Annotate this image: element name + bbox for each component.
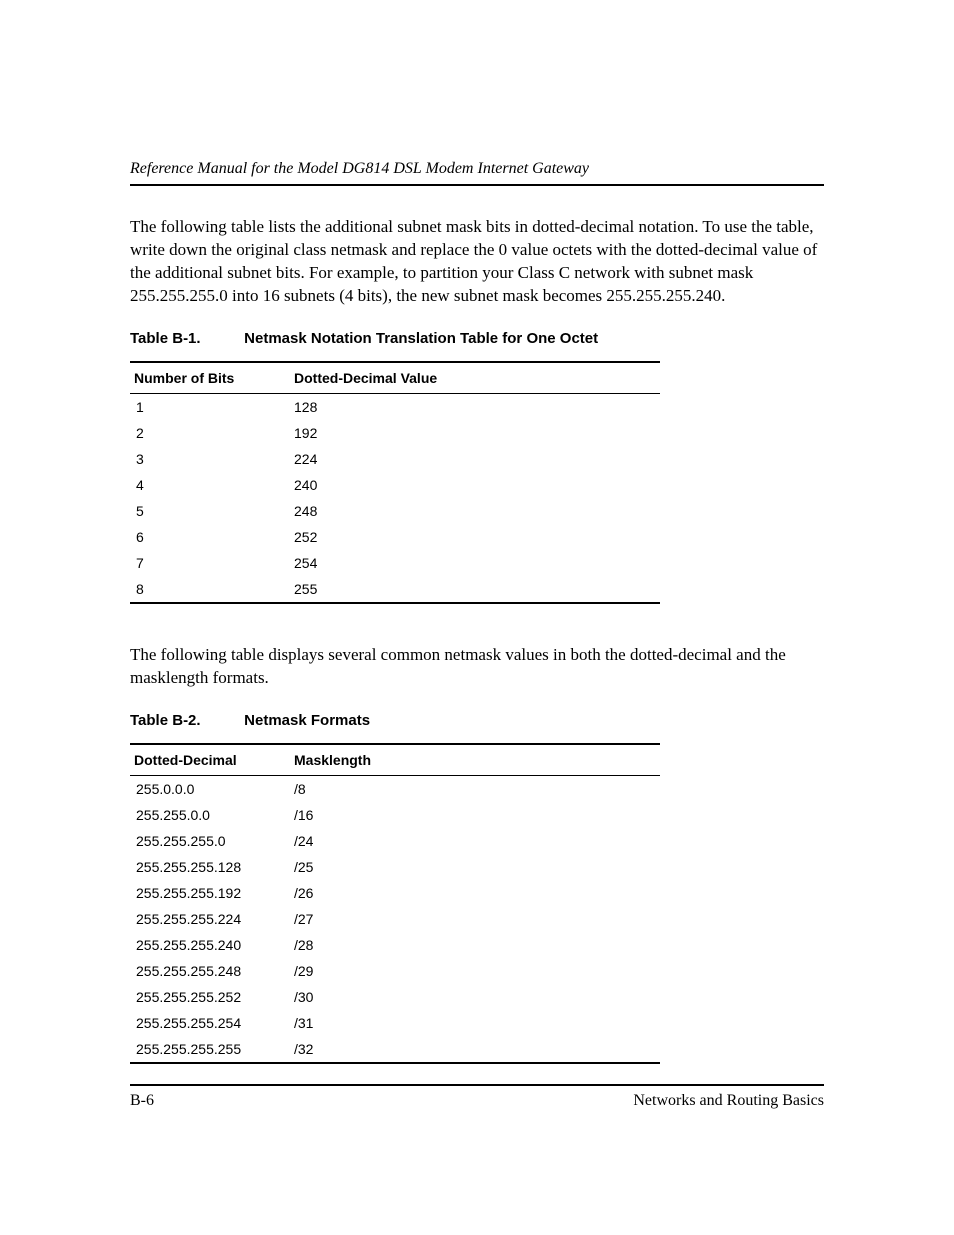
table-cell: 3 — [130, 446, 290, 472]
table-cell: 255.255.255.255 — [130, 1036, 290, 1063]
table-row: 255.255.255.254/31 — [130, 1010, 660, 1036]
table-cell: /31 — [290, 1010, 660, 1036]
table-cell: 240 — [290, 472, 660, 498]
table-cell: 255.255.255.252 — [130, 984, 290, 1010]
table-cell: /27 — [290, 906, 660, 932]
table-cell: /28 — [290, 932, 660, 958]
table-cell: 192 — [290, 420, 660, 446]
table-b1-caption-title: Netmask Notation Translation Table for O… — [244, 330, 598, 347]
table-cell: /8 — [290, 775, 660, 802]
table-cell: 2 — [130, 420, 290, 446]
table-row: 3224 — [130, 446, 660, 472]
table-cell: 255.255.255.254 — [130, 1010, 290, 1036]
table-row: 255.255.255.192/26 — [130, 880, 660, 906]
table-cell: /16 — [290, 802, 660, 828]
table-cell: 4 — [130, 472, 290, 498]
table-cell: 6 — [130, 524, 290, 550]
table-row: 8255 — [130, 576, 660, 603]
table-b2-caption-title: Netmask Formats — [244, 712, 370, 729]
table-row: 4240 — [130, 472, 660, 498]
table-row: 255.255.255.252/30 — [130, 984, 660, 1010]
table-cell: 255.255.255.224 — [130, 906, 290, 932]
table-row: 255.255.255.240/28 — [130, 932, 660, 958]
table-cell: /29 — [290, 958, 660, 984]
table-row: 255.0.0.0/8 — [130, 775, 660, 802]
table-header-cell: Dotted-Decimal — [130, 744, 290, 776]
table-cell: /25 — [290, 854, 660, 880]
table-cell: 254 — [290, 550, 660, 576]
page-number: B-6 — [130, 1092, 154, 1110]
table-cell: 255.255.255.240 — [130, 932, 290, 958]
table-row: 255.255.255.128/25 — [130, 854, 660, 880]
table-b2-caption: Table B-2. Netmask Formats — [130, 712, 824, 729]
table-row: 255.255.255.0/24 — [130, 828, 660, 854]
table-cell: /26 — [290, 880, 660, 906]
table-row: 5248 — [130, 498, 660, 524]
table-cell: 8 — [130, 576, 290, 603]
table-header-cell: Dotted-Decimal Value — [290, 362, 660, 394]
table-cell: 5 — [130, 498, 290, 524]
table-row: Number of Bits Dotted-Decimal Value — [130, 362, 660, 394]
table-row: 255.255.255.248/29 — [130, 958, 660, 984]
table-cell: 7 — [130, 550, 290, 576]
table-row: 1128 — [130, 393, 660, 420]
table-row: 255.255.255.255/32 — [130, 1036, 660, 1063]
table-cell: 248 — [290, 498, 660, 524]
table-b1: Number of Bits Dotted-Decimal Value 1128… — [130, 361, 660, 604]
table-b1-caption-label: Table B-1. — [130, 330, 240, 347]
page-footer: B-6 Networks and Routing Basics — [130, 1084, 824, 1110]
table-cell: 128 — [290, 393, 660, 420]
doc-header-title: Reference Manual for the Model DG814 DSL… — [130, 160, 824, 186]
table-cell: 255.0.0.0 — [130, 775, 290, 802]
intro-paragraph-1: The following table lists the additional… — [130, 216, 824, 308]
intro-paragraph-2: The following table displays several com… — [130, 644, 824, 690]
table-cell: /24 — [290, 828, 660, 854]
table-row: 6252 — [130, 524, 660, 550]
table-cell: 255.255.255.192 — [130, 880, 290, 906]
table-row: Dotted-Decimal Masklength — [130, 744, 660, 776]
table-cell: 255.255.255.128 — [130, 854, 290, 880]
table-header-cell: Masklength — [290, 744, 660, 776]
section-name: Networks and Routing Basics — [633, 1092, 824, 1110]
table-row: 7254 — [130, 550, 660, 576]
table-cell: 255.255.0.0 — [130, 802, 290, 828]
table-cell: /32 — [290, 1036, 660, 1063]
table-header-cell: Number of Bits — [130, 362, 290, 394]
table-cell: 255.255.255.248 — [130, 958, 290, 984]
table-cell: /30 — [290, 984, 660, 1010]
table-cell: 255.255.255.0 — [130, 828, 290, 854]
table-b2-caption-label: Table B-2. — [130, 712, 240, 729]
table-b2: Dotted-Decimal Masklength 255.0.0.0/8255… — [130, 743, 660, 1064]
table-row: 2192 — [130, 420, 660, 446]
table-row: 255.255.255.224/27 — [130, 906, 660, 932]
table-cell: 224 — [290, 446, 660, 472]
table-cell: 255 — [290, 576, 660, 603]
table-b1-caption: Table B-1. Netmask Notation Translation … — [130, 330, 824, 347]
table-row: 255.255.0.0/16 — [130, 802, 660, 828]
table-cell: 252 — [290, 524, 660, 550]
table-cell: 1 — [130, 393, 290, 420]
